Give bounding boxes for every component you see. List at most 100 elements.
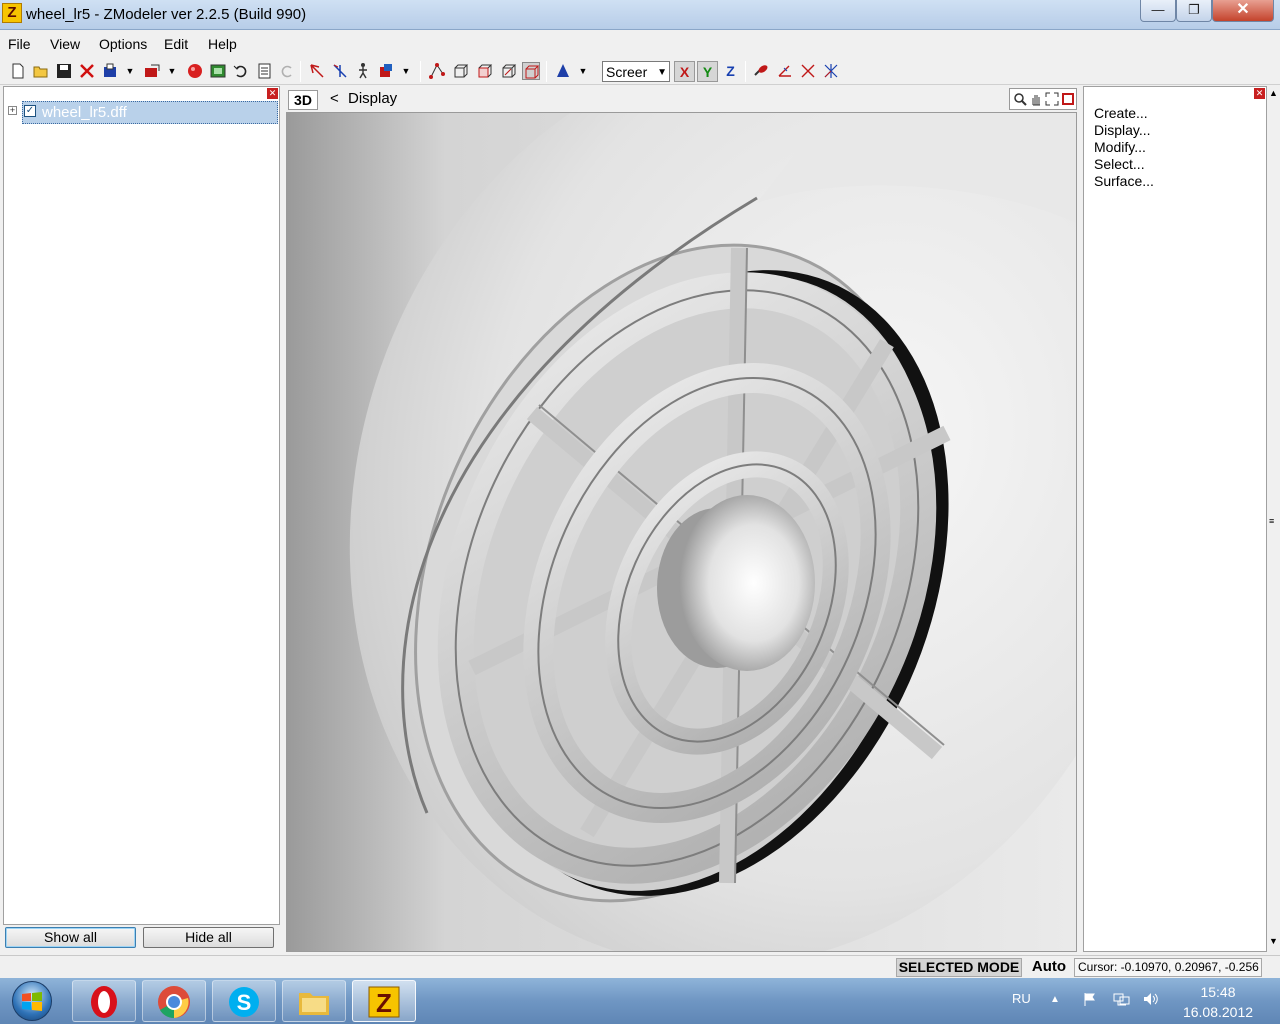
network-icon[interactable] <box>1112 991 1130 1010</box>
opera-icon <box>91 986 117 1018</box>
object-tool-icon[interactable] <box>377 62 395 80</box>
show-hidden-icons-icon[interactable]: ▲ <box>1050 994 1060 1005</box>
face-mode-icon[interactable] <box>452 62 470 80</box>
skype-icon: S <box>229 987 259 1017</box>
chevron-down-icon: ▼ <box>657 67 667 78</box>
restore-button[interactable]: ❐ <box>1176 0 1212 22</box>
command-panel-scrollbar[interactable]: ▲ ≡ ▼ <box>1267 86 1280 952</box>
menu-edit[interactable]: Edit <box>164 36 188 52</box>
command-surface[interactable]: Surface... <box>1094 173 1154 189</box>
close-icon[interactable]: ✕ <box>1254 88 1265 99</box>
zmodeler-app-icon[interactable]: Z <box>2 3 22 23</box>
auto-status[interactable]: Auto <box>1027 958 1071 977</box>
axis-x-toggle[interactable]: X <box>674 61 695 82</box>
start-button[interactable] <box>6 980 58 1022</box>
menu-file[interactable]: File <box>8 36 31 52</box>
axis-xy-icon[interactable] <box>776 62 794 80</box>
object-mode-icon[interactable] <box>476 62 494 80</box>
close-icon[interactable]: ✕ <box>267 88 278 99</box>
windows-taskbar: S Z RU ▲ 15:48 16.08.2012 <box>0 978 1280 1024</box>
view-mode-label[interactable]: 3D <box>288 90 318 110</box>
scroll-grip-icon[interactable]: ≡ <box>1269 516 1274 526</box>
solid-mode-icon[interactable] <box>500 62 518 80</box>
import-dropdown-icon[interactable]: ▼ <box>124 62 136 80</box>
selection-mode-status[interactable]: SELECTED MODE <box>896 958 1022 977</box>
export-icon[interactable] <box>143 62 161 80</box>
window-title: wheel_lr5 - ZModeler ver 2.2.5 (Build 99… <box>26 6 307 23</box>
undo-icon[interactable] <box>232 62 250 80</box>
language-indicator[interactable]: RU <box>1012 991 1031 1006</box>
object-tree-panel: ✕ + ✓ wheel_lr5.dff <box>3 86 280 925</box>
volume-icon[interactable] <box>1142 991 1160 1010</box>
import-icon[interactable] <box>101 62 119 80</box>
toolbar-separator <box>300 61 301 82</box>
scroll-up-icon[interactable]: ▲ <box>1269 88 1278 98</box>
viewport-header: 3D < Display <box>286 86 1077 112</box>
scroll-down-icon[interactable]: ▼ <box>1269 936 1278 946</box>
toolbar-separator <box>420 61 421 82</box>
taskbar-opera[interactable] <box>72 980 136 1022</box>
command-create[interactable]: Create... <box>1094 105 1148 121</box>
command-select[interactable]: Select... <box>1094 156 1145 172</box>
walk-icon[interactable] <box>354 62 372 80</box>
action-center-flag-icon[interactable] <box>1082 991 1098 1010</box>
menu-options[interactable]: Options <box>99 36 147 52</box>
select-vertex-icon[interactable] <box>308 62 326 80</box>
taskbar-explorer[interactable] <box>282 980 346 1022</box>
close-button[interactable]: ✕ <box>1212 0 1274 22</box>
taskbar-zmodeler[interactable]: Z <box>352 980 416 1022</box>
redo-icon[interactable] <box>278 62 296 80</box>
texture-icon[interactable] <box>209 62 227 80</box>
axis-z-toggle[interactable]: Z <box>720 61 741 82</box>
maximize-viewport-icon[interactable] <box>1061 92 1075 109</box>
minimize-button[interactable]: — <box>1140 0 1176 22</box>
export-dropdown-icon[interactable]: ▼ <box>166 62 178 80</box>
viewport-3d[interactable] <box>286 112 1077 952</box>
properties-icon[interactable] <box>255 62 273 80</box>
viewport-controls <box>1009 88 1077 110</box>
chrome-icon <box>158 986 190 1019</box>
folder-icon <box>299 993 329 1015</box>
taskbar-skype[interactable]: S <box>212 980 276 1022</box>
select-move-icon[interactable] <box>331 62 349 80</box>
save-icon[interactable] <box>55 62 73 80</box>
back-icon[interactable]: < <box>330 90 339 107</box>
render-icon[interactable] <box>186 62 204 80</box>
open-folder-icon[interactable] <box>32 62 50 80</box>
vertex-mode-icon[interactable] <box>428 62 446 80</box>
axis-all-icon[interactable] <box>822 62 840 80</box>
view-select[interactable]: Screer ▼ <box>602 61 670 82</box>
system-clock[interactable]: 15:48 16.08.2012 <box>1176 982 1260 1022</box>
tree-item-label: wheel_lr5.dff <box>42 104 127 121</box>
menu-view[interactable]: View <box>50 36 80 52</box>
object-tool-dropdown-icon[interactable]: ▼ <box>400 62 412 80</box>
delete-icon[interactable] <box>78 62 96 80</box>
command-display[interactable]: Display... <box>1094 122 1151 138</box>
zoom-icon[interactable] <box>1013 92 1027 109</box>
tree-item[interactable]: + ✓ wheel_lr5.dff <box>8 101 278 124</box>
wheel-model-render <box>287 113 1076 951</box>
zoom-extents-icon[interactable] <box>1045 92 1059 109</box>
mesh-mode-icon[interactable] <box>522 62 540 80</box>
svg-text:S: S <box>237 990 252 1015</box>
shading-icon[interactable] <box>554 62 572 80</box>
show-all-button[interactable]: Show all <box>5 927 136 948</box>
toolbar-separator <box>546 61 547 82</box>
hide-all-button[interactable]: Hide all <box>143 927 274 948</box>
menu-help[interactable]: Help <box>208 36 237 52</box>
new-file-icon[interactable] <box>9 62 27 80</box>
windows-logo-icon <box>22 992 42 1011</box>
command-modify[interactable]: Modify... <box>1094 139 1146 155</box>
status-bar: SELECTED MODE Auto Cursor: -0.10970, 0.2… <box>0 955 1280 978</box>
shading-dropdown-icon[interactable]: ▼ <box>577 62 589 80</box>
title-bar: Z wheel_lr5 - ZModeler ver 2.2.5 (Build … <box>0 0 1280 30</box>
axis-cross-icon[interactable] <box>799 62 817 80</box>
expand-icon[interactable]: + <box>8 106 17 115</box>
link-icon[interactable] <box>752 62 770 80</box>
axis-y-toggle[interactable]: Y <box>697 61 718 82</box>
svg-text:Z: Z <box>376 988 392 1018</box>
pan-hand-icon[interactable] <box>1029 92 1043 109</box>
visibility-checkbox[interactable]: ✓ <box>24 105 36 117</box>
taskbar-chrome[interactable] <box>142 980 206 1022</box>
clock-time: 15:48 <box>1200 984 1236 1000</box>
